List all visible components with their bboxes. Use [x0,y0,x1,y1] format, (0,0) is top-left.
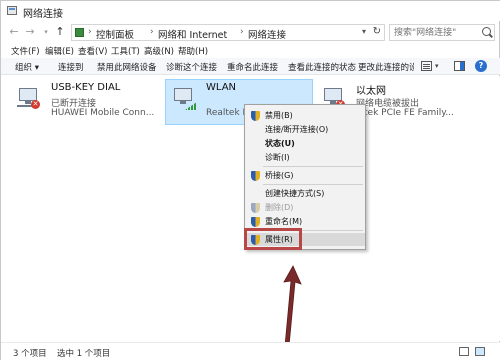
connection-item-usb-key-dial[interactable]: ✕ USB-KEY DIAL 已断开连接 HUAWEI Mobile Conn.… [11,80,161,126]
selected-count: 选中 1 个项目 [57,349,111,359]
menu-separator [263,166,363,167]
menu-item-diagnose[interactable]: 诊断(I) [245,151,365,164]
arrow-annotation-icon [283,265,302,347]
uac-shield-icon [251,111,260,121]
address-dropdown-icon[interactable]: ▾ [362,27,366,36]
window-app-icon [7,6,17,15]
menu-item-create-shortcut[interactable]: 创建快捷方式(S) [245,187,365,200]
menu-item-label: 状态(U) [265,139,295,148]
forward-arrow-icon[interactable]: → [23,25,37,39]
breadcrumb-separator-icon[interactable]: › [150,27,154,37]
item-count: 3 个项目 [13,349,47,359]
menu-item-delete: 删除(D) [245,201,365,214]
menu-item-status[interactable]: 状态(U) [245,137,365,150]
menu-item-label: 重命名(M) [265,217,303,226]
disable-device-button[interactable]: 禁用此网络设备 [97,61,157,73]
connection-name: 以太网 [356,86,386,97]
change-settings-button[interactable]: 更改此连接的设置 [358,61,414,73]
diagnose-button[interactable]: 诊断这个连接 [166,61,217,73]
title-bar: 网络连接 [1,1,500,21]
search-icon[interactable] [482,27,491,36]
help-icon[interactable]: ? [475,60,487,72]
breadcrumb-control-panel[interactable]: 控制面板 [96,27,134,41]
connection-name: WLAN [206,82,237,93]
connection-device: HUAWEI Mobile Conn... [51,108,155,118]
connection-name: USB-KEY DIAL [51,82,121,93]
details-view-icon[interactable] [459,347,469,356]
search-box[interactable] [389,24,495,41]
window-title: 网络连接 [23,9,63,20]
breadcrumb-separator-icon[interactable]: › [240,27,244,37]
menu-file[interactable]: 文件(F) [11,45,40,57]
menu-item-label: 连接/断开连接(O) [265,125,329,134]
preview-pane-icon[interactable] [454,61,465,71]
menu-advanced[interactable]: 高级(N) [144,45,174,57]
menu-item-label: 诊断(I) [265,153,290,162]
uac-shield-icon [251,217,260,227]
uac-shield-icon [251,203,260,213]
highlight-annotation-box [244,228,302,250]
menu-item-bridge[interactable]: 桥接(G) [245,169,365,182]
connection-device: altek PCIe FE Family... [356,108,454,118]
menu-separator [263,184,363,185]
menu-edit[interactable]: 编辑(E) [45,45,74,57]
wifi-network-icon [172,88,198,110]
menu-item-label: 禁用(B) [265,111,293,120]
rename-button[interactable]: 重命名此连接 [227,61,278,73]
command-toolbar: 组织 ▾ 连接到 禁用此网络设备 诊断这个连接 重命名此连接 查看此连接的状态 … [1,58,500,75]
address-bar[interactable]: › 控制面板 › 网络和 Internet › 网络连接 ▾ ↻ [71,24,385,41]
menu-item-rename[interactable]: 重命名(M) [245,215,365,228]
menu-help[interactable]: 帮助(H) [178,45,208,57]
search-input[interactable] [394,27,480,39]
menu-item-label: 创建快捷方式(S) [265,189,325,198]
connect-to-button[interactable]: 连接到 [58,61,84,73]
menu-item-label: 桥接(G) [265,171,294,180]
menu-view[interactable]: 查看(V) [78,45,107,57]
view-status-button[interactable]: 查看此连接的状态 [288,61,356,73]
uac-shield-icon [251,171,260,181]
menu-tools[interactable]: 工具(T) [111,45,140,57]
view-options-icon[interactable] [421,61,432,71]
menu-item-label: 删除(D) [265,203,294,212]
menu-item-disable[interactable]: 禁用(B) [245,109,365,122]
status-bar: 3 个项目 选中 1 个项目 [1,342,500,360]
network-connections-window: 网络连接 ← → ▾ ↑ › 控制面板 › 网络和 Internet › 网络连… [0,0,500,360]
organize-button[interactable]: 组织 ▾ [15,61,39,73]
refresh-icon[interactable]: ↻ [373,26,381,37]
control-panel-icon [75,28,84,37]
recent-dropdown-icon[interactable]: ▾ [39,25,53,39]
breadcrumb-separator-icon[interactable]: › [88,27,92,37]
disconnected-network-icon: ✕ [17,88,43,110]
menu-item-connect-disconnect[interactable]: 连接/断开连接(O) [245,123,365,136]
menu-bar: 文件(F) 编辑(E) 查看(V) 工具(T) 高级(N) 帮助(H) [1,44,500,58]
address-row: ← → ▾ ↑ › 控制面板 › 网络和 Internet › 网络连接 ▾ ↻ [1,22,500,44]
breadcrumb-network-internet[interactable]: 网络和 Internet [158,27,227,41]
back-arrow-icon[interactable]: ← [7,25,21,39]
large-icons-view-icon[interactable] [475,347,485,356]
view-dropdown-icon[interactable]: ▾ [435,62,439,70]
breadcrumb-network-connections[interactable]: 网络连接 [248,27,286,41]
up-arrow-icon[interactable]: ↑ [53,25,67,39]
